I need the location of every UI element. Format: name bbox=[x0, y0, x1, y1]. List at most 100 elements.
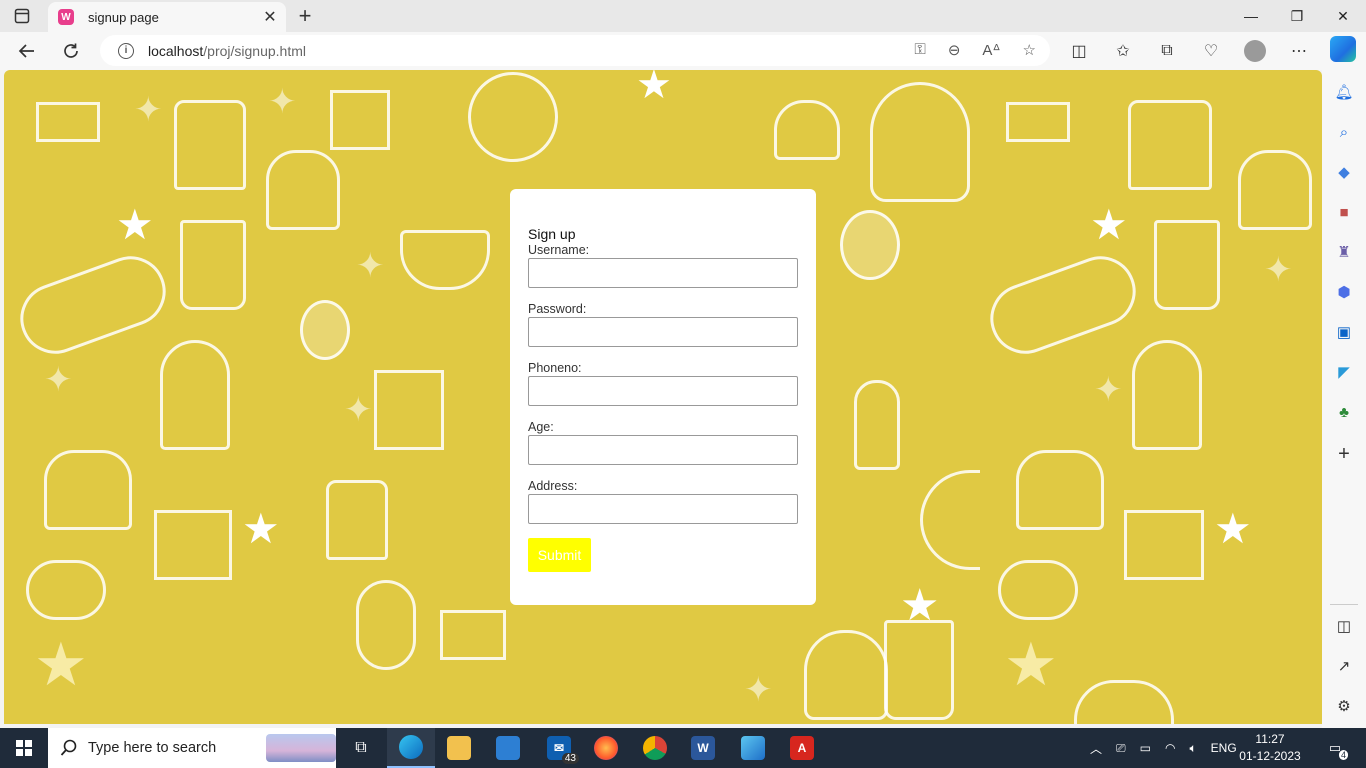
add-sidebar-app-icon[interactable]: + bbox=[1334, 443, 1354, 465]
tree-icon[interactable]: ♣ bbox=[1334, 402, 1354, 422]
submit-button[interactable]: Submit bbox=[528, 538, 591, 572]
outlook-icon[interactable]: ▣ bbox=[1334, 322, 1354, 342]
donut-2-doodle bbox=[920, 470, 980, 570]
signup-form: Sign up Username: Password: Phoneno: Age… bbox=[510, 189, 816, 605]
address-bar[interactable]: i localhost/proj/signup.html ⚿ ⊖ Aᐞ ☆ bbox=[100, 35, 1050, 66]
password-input[interactable] bbox=[528, 317, 798, 347]
star-4-doodle: ★ bbox=[34, 631, 88, 698]
wifi-icon[interactable]: ◠ bbox=[1165, 741, 1175, 755]
edge-icon bbox=[399, 735, 423, 759]
icecream-cup-2-doodle bbox=[44, 450, 132, 530]
address-input[interactable] bbox=[528, 494, 798, 524]
drumstick-doodle bbox=[356, 580, 416, 670]
age-input[interactable] bbox=[528, 435, 798, 465]
tab-close-icon[interactable]: ✕ bbox=[262, 7, 278, 27]
copilot-icon[interactable] bbox=[1330, 36, 1356, 62]
refresh-button[interactable] bbox=[56, 36, 86, 66]
taskbar-clock[interactable]: 11:27 01-12-2023 bbox=[1238, 731, 1302, 765]
language-indicator[interactable]: ENG bbox=[1211, 741, 1237, 755]
sparkle-4-doodle: ✦ bbox=[44, 361, 73, 399]
more-menu-icon[interactable]: ⋯ bbox=[1284, 36, 1314, 66]
volume-icon[interactable]: 🔈︎ bbox=[1189, 741, 1196, 756]
back-arrow-icon bbox=[18, 44, 34, 58]
cake-slice-doodle bbox=[154, 510, 232, 580]
star-doodle: ★ bbox=[116, 201, 154, 248]
close-window-button[interactable]: ✕ bbox=[1320, 0, 1366, 32]
minimize-button[interactable]: — bbox=[1228, 0, 1274, 32]
notification-bell-icon[interactable]: 🔔︎ bbox=[1334, 82, 1354, 102]
battery-icon[interactable]: ▭ bbox=[1140, 741, 1151, 755]
coffee-cup-2-doodle bbox=[1074, 680, 1174, 724]
edge-taskbar-button[interactable] bbox=[387, 728, 435, 768]
task-view-button[interactable]: ⧉ bbox=[337, 728, 385, 768]
restore-button[interactable]: ❐ bbox=[1274, 0, 1320, 32]
browser-essentials-icon[interactable]: ♡ bbox=[1196, 36, 1226, 66]
star-5-doodle: ★ bbox=[900, 581, 940, 630]
username-input[interactable] bbox=[528, 258, 798, 288]
tools-icon[interactable]: ■ bbox=[1334, 202, 1354, 222]
key-icon[interactable]: ⚿ bbox=[914, 41, 925, 59]
popsicle-doodle bbox=[10, 246, 176, 364]
sparkle-6-doodle: ✦ bbox=[744, 671, 773, 709]
drink-glass-doodle bbox=[180, 220, 246, 310]
favorite-star-icon[interactable]: ☆ bbox=[1023, 41, 1036, 59]
cake-slice-2-doodle bbox=[1124, 510, 1204, 580]
cake-3-doodle bbox=[1128, 100, 1212, 190]
sparkle-3-doodle: ✦ bbox=[356, 247, 385, 285]
site-info-icon[interactable]: i bbox=[118, 42, 134, 59]
read-aloud-icon[interactable]: Aᐞ bbox=[982, 41, 1000, 59]
zoom-out-icon[interactable]: ⊖ bbox=[948, 41, 961, 59]
cart-3-doodle bbox=[1006, 102, 1070, 142]
search-icon[interactable]: ⌕ bbox=[1334, 122, 1354, 142]
show-hidden-icons-icon[interactable]: ︿ bbox=[1090, 740, 1102, 757]
back-button[interactable] bbox=[12, 36, 42, 66]
star-8-doodle: ★ bbox=[1004, 631, 1058, 698]
url-path: /proj/signup.html bbox=[203, 42, 306, 59]
tab-actions-button[interactable] bbox=[0, 0, 44, 32]
fries-doodle bbox=[330, 90, 390, 150]
age-label: Age: bbox=[528, 420, 554, 434]
games-icon[interactable]: ♜ bbox=[1334, 242, 1354, 262]
star-3-doodle: ★ bbox=[242, 505, 280, 552]
collections-icon[interactable]: ⧉ bbox=[1152, 36, 1182, 66]
search-highlight-image bbox=[266, 734, 336, 762]
favorites-icon[interactable]: ✩ bbox=[1108, 36, 1138, 66]
drop-icon[interactable]: ◤ bbox=[1334, 362, 1354, 382]
popsicle-3-doodle bbox=[980, 246, 1146, 364]
split-screen-icon[interactable]: ◫ bbox=[1064, 36, 1094, 66]
pineapple-doodle bbox=[300, 300, 350, 360]
open-external-icon[interactable]: ↗ bbox=[1334, 656, 1354, 676]
search-icon bbox=[60, 739, 77, 756]
acrobat-button[interactable]: A bbox=[778, 728, 826, 768]
file-explorer-button[interactable] bbox=[435, 728, 483, 768]
tab-actions-icon bbox=[14, 8, 30, 24]
tab-signup[interactable]: W signup page ✕ bbox=[48, 2, 286, 32]
shopping-tag-icon[interactable]: ◆ bbox=[1334, 162, 1354, 182]
sidebar-panel-icon[interactable]: ◫ bbox=[1334, 616, 1354, 636]
edge-sidebar: 🔔︎ ⌕ ◆ ■ ♜ ⬢ ▣ ◤ ♣ + ◫ ↗ ⚙ bbox=[1322, 70, 1366, 728]
store-button[interactable] bbox=[484, 728, 532, 768]
settings-gear-icon[interactable]: ⚙ bbox=[1334, 696, 1354, 716]
meet-now-icon[interactable]: ⎚ bbox=[1116, 741, 1126, 756]
new-tab-button[interactable]: + bbox=[293, 3, 317, 28]
search-placeholder: Type here to search bbox=[88, 740, 217, 756]
photos-button[interactable] bbox=[729, 728, 777, 768]
donut-doodle bbox=[468, 72, 558, 162]
icecream-cup-3-doodle bbox=[774, 100, 840, 160]
word-button[interactable]: W bbox=[679, 728, 727, 768]
firefox-button[interactable] bbox=[582, 728, 630, 768]
cake-2-doodle bbox=[326, 480, 388, 560]
phone-input[interactable] bbox=[528, 376, 798, 406]
icecream-cup-doodle bbox=[266, 150, 340, 230]
start-button[interactable] bbox=[0, 728, 48, 768]
microsoft-365-icon[interactable]: ⬢ bbox=[1334, 282, 1354, 302]
chrome-button[interactable] bbox=[631, 728, 679, 768]
mail-button[interactable]: ✉ 43 bbox=[535, 728, 583, 768]
windows-logo-icon bbox=[16, 740, 32, 756]
chicken-leg-2-doodle bbox=[998, 560, 1078, 620]
burger-2-doodle bbox=[804, 630, 888, 720]
profile-avatar-icon[interactable] bbox=[1240, 36, 1270, 66]
star-2-doodle: ★ bbox=[636, 70, 672, 107]
taskbar-search-box[interactable]: Type here to search bbox=[48, 728, 336, 768]
notification-center-button[interactable]: ▭ 4 bbox=[1324, 738, 1348, 760]
